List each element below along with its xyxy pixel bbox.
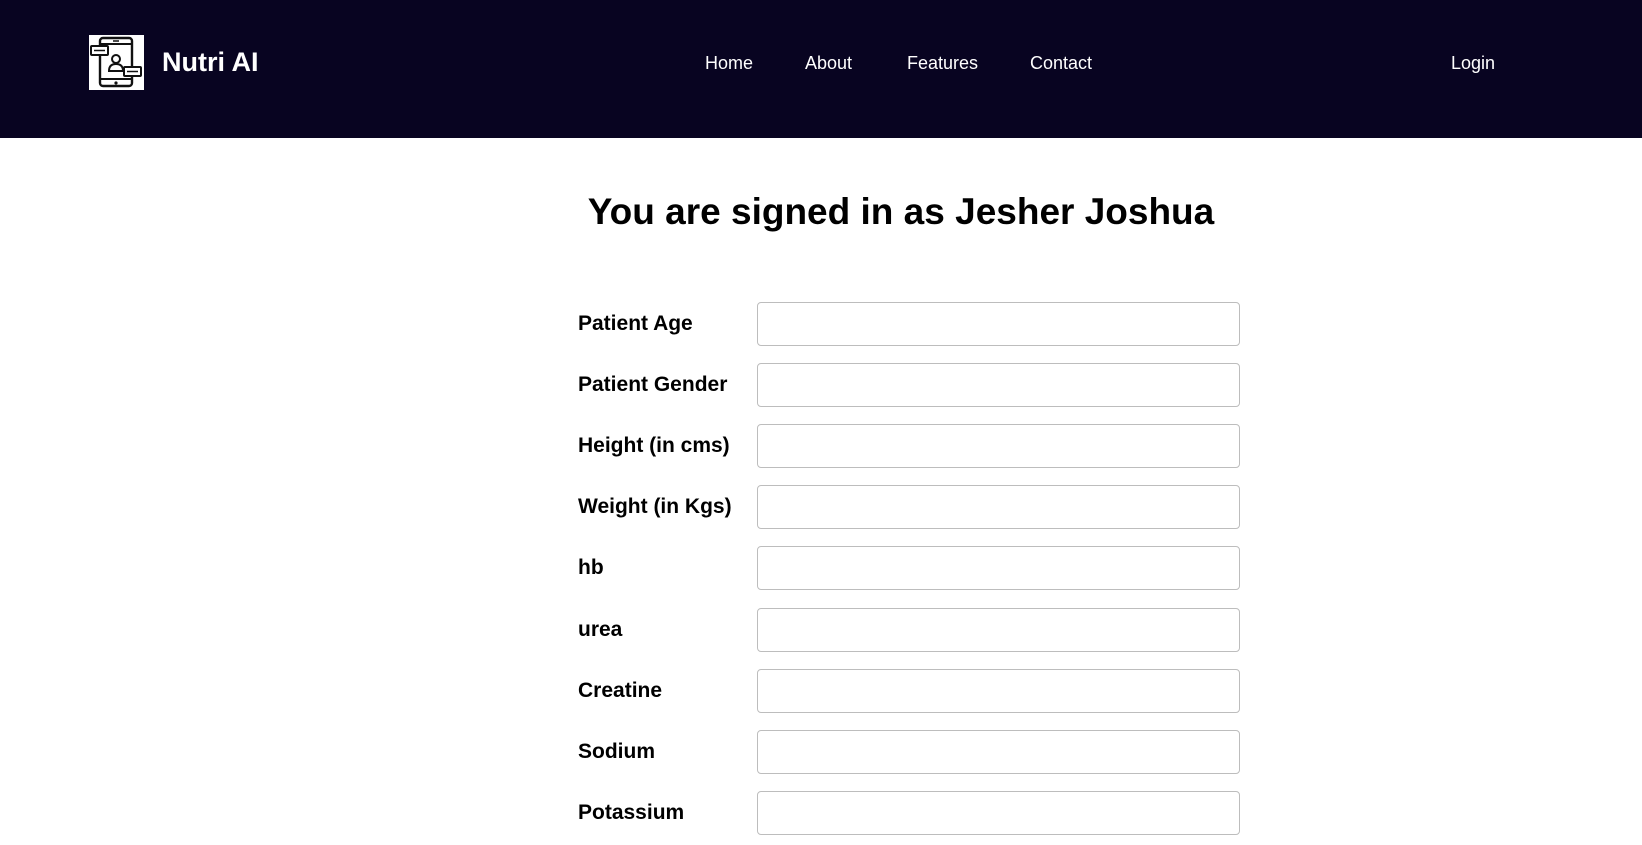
weight-label: Weight (in Kgs) — [578, 495, 732, 518]
form-row-potassium: Potassium — [578, 791, 1240, 835]
nav-link-contact[interactable]: Contact — [1030, 50, 1092, 76]
patient-age-label: Patient Age — [578, 312, 693, 335]
patient-age-input[interactable] — [757, 302, 1240, 346]
nav-link-home[interactable]: Home — [705, 50, 753, 76]
hb-input[interactable] — [757, 546, 1240, 590]
sodium-input[interactable] — [757, 730, 1240, 774]
weight-input[interactable] — [757, 485, 1240, 529]
form-row-patient-gender: Patient Gender — [578, 363, 1240, 407]
creatine-label: Creatine — [578, 679, 663, 702]
top-navbar: Nutri AI Home About Features Contact Log… — [0, 0, 1642, 138]
nav-link-features[interactable]: Features — [907, 50, 978, 76]
form-row-urea: urea — [578, 608, 1240, 652]
nav-link-about[interactable]: About — [805, 50, 852, 76]
patient-gender-input[interactable] — [757, 363, 1240, 407]
form-row-hb: hb — [578, 546, 1240, 590]
form-row-height: Height (in cms) — [578, 424, 1240, 468]
potassium-input[interactable] — [757, 791, 1240, 835]
potassium-label: Potassium — [578, 801, 685, 824]
signed-in-heading: You are signed in as Jesher Joshua — [587, 191, 1215, 232]
hb-label: hb — [578, 556, 604, 579]
form-row-weight: Weight (in Kgs) — [578, 485, 1240, 529]
sodium-label: Sodium — [578, 740, 655, 763]
patient-gender-label: Patient Gender — [578, 373, 728, 396]
height-label: Height (in cms) — [578, 434, 730, 457]
urea-label: urea — [578, 618, 623, 641]
login-link[interactable]: Login — [1451, 50, 1495, 76]
height-input[interactable] — [757, 424, 1240, 468]
form-row-creatine: Creatine — [578, 669, 1240, 713]
creatine-input[interactable] — [757, 669, 1240, 713]
urea-input[interactable] — [757, 608, 1240, 652]
main-nav: Home About Features Contact Login — [0, 50, 1642, 76]
form-row-patient-age: Patient Age — [578, 302, 1240, 346]
form-row-sodium: Sodium — [578, 730, 1240, 774]
